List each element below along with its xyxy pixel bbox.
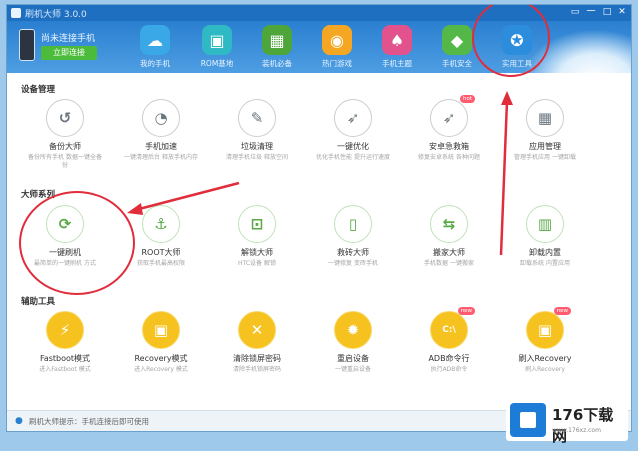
watermark-icon [510, 403, 546, 437]
watermark-logo: 176下载网 www.176xz.com [506, 399, 628, 445]
watermark-text: 176下载网 [552, 406, 614, 445]
watermark-url: www.176xz.com [552, 427, 601, 434]
annotation-arrows [127, 91, 513, 256]
app-window: 刷机大师 3.0.0 ▭ 一 □ ✕ 尚未连接手机 立即连接 ☁ 我的手机 ▣ R… [6, 4, 632, 432]
